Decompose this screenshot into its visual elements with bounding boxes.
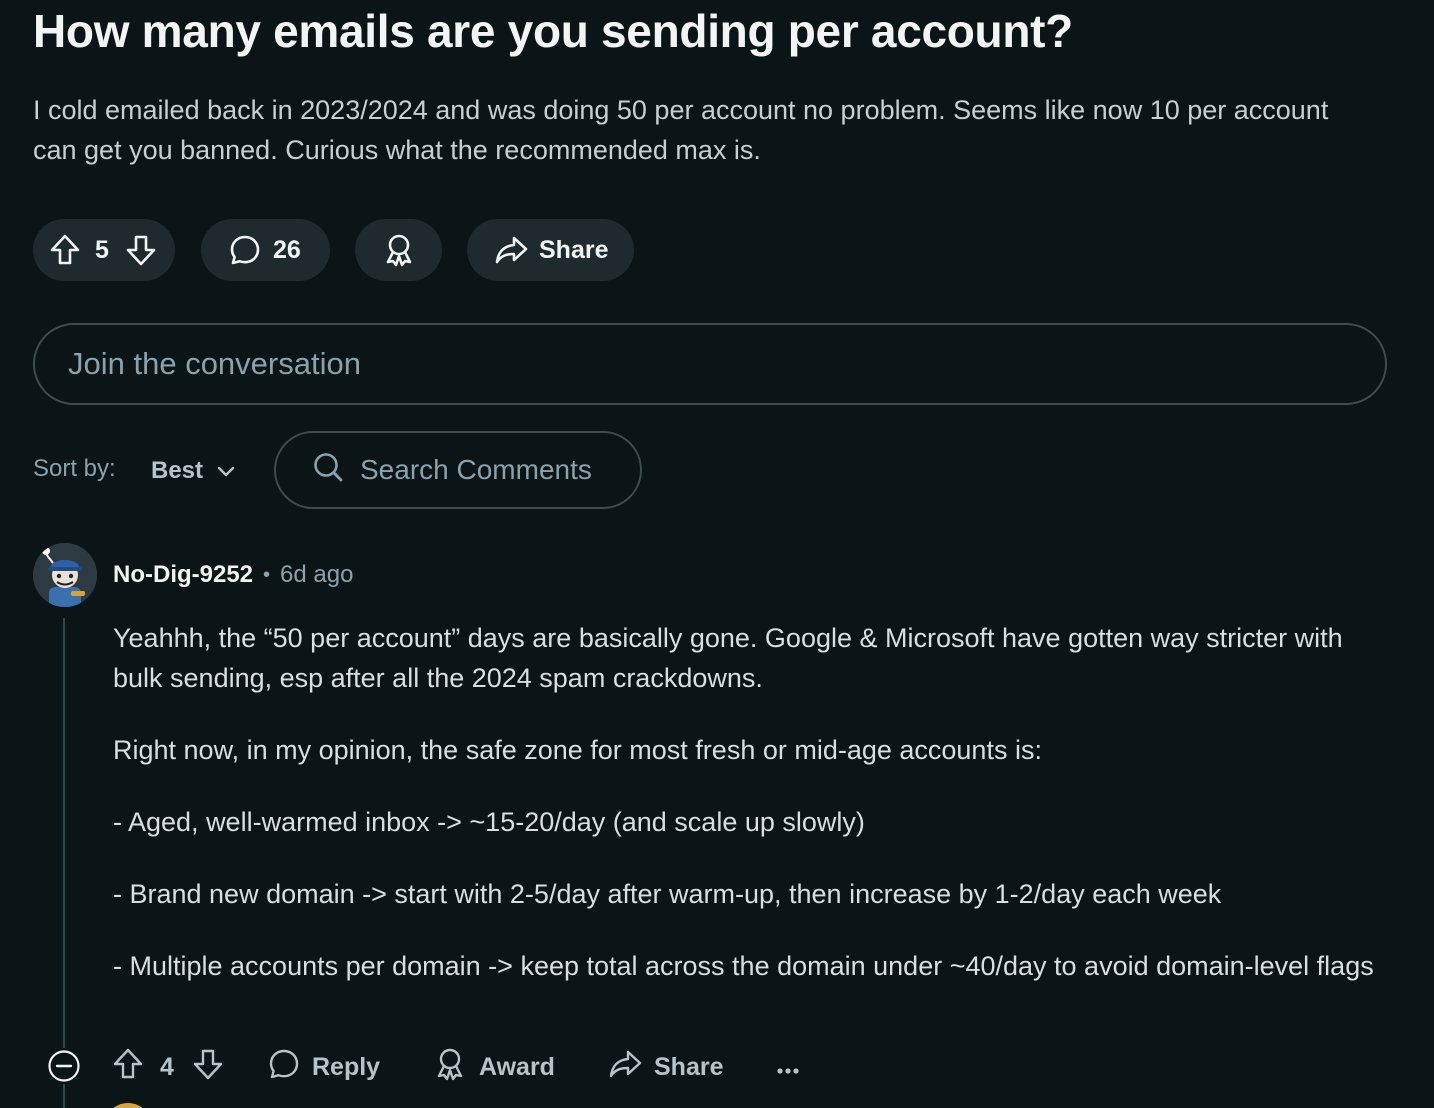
- more-icon: [776, 1053, 800, 1082]
- post-vote-count: 5: [95, 235, 109, 264]
- post-body: I cold emailed back in 2023/2024 and was…: [33, 95, 1329, 165]
- comment-paragraph: Yeahhh, the “50 per account” days are ba…: [113, 623, 1343, 693]
- award-button[interactable]: Award: [435, 1044, 555, 1090]
- search-icon: [312, 451, 344, 490]
- upvote-icon[interactable]: [49, 233, 81, 267]
- share-icon: [608, 1049, 642, 1086]
- chevron-down-icon: [203, 457, 235, 485]
- join-conversation-input[interactable]: Join the conversation: [33, 323, 1387, 405]
- share-button[interactable]: Share: [467, 219, 634, 281]
- avatar[interactable]: [33, 543, 97, 607]
- award-label: Award: [479, 1052, 555, 1081]
- search-comments-input[interactable]: Search Comments: [274, 431, 642, 509]
- share-label: Share: [654, 1052, 724, 1081]
- comment-author[interactable]: No-Dig-9252: [113, 561, 253, 589]
- award-icon: [384, 233, 414, 267]
- post-vote-group: 5: [33, 219, 175, 281]
- comment-body: Yeahhh, the “50 per account” days are ba…: [113, 618, 1383, 1018]
- award-icon: [435, 1047, 465, 1088]
- more-options-button[interactable]: [776, 1044, 800, 1090]
- comment-action-row: 4 Reply Award Share: [0, 1044, 1434, 1090]
- comment-upvote-button[interactable]: [112, 1044, 144, 1090]
- join-conversation-placeholder: Join the conversation: [68, 346, 361, 381]
- thread-line[interactable]: [63, 618, 65, 1048]
- comment-meta: No-Dig-9252 • 6d ago: [113, 558, 353, 592]
- meta-separator: •: [263, 563, 271, 586]
- sort-label: Sort by:: [33, 455, 116, 482]
- next-comment-avatar[interactable]: [104, 1103, 152, 1108]
- comment-paragraph: - Multiple accounts per domain -> keep t…: [113, 951, 1374, 981]
- sort-dropdown[interactable]: Best: [151, 452, 235, 490]
- comment-downvote-button[interactable]: [192, 1044, 224, 1090]
- comments-button[interactable]: 26: [201, 219, 330, 281]
- downvote-icon[interactable]: [125, 233, 157, 267]
- comment-vote-count: 4: [160, 1052, 174, 1081]
- comment-timestamp[interactable]: 6d ago: [280, 561, 353, 589]
- post-title: How many emails are you sending per acco…: [33, 5, 1073, 57]
- comment-paragraph: - Aged, well-warmed inbox -> ~15-20/day …: [113, 807, 865, 837]
- upvote-icon: [112, 1047, 144, 1088]
- post-page: How many emails are you sending per acco…: [0, 0, 1434, 1108]
- post-comment-count: 26: [273, 235, 301, 264]
- share-label: Share: [539, 235, 609, 264]
- reply-button[interactable]: Reply: [268, 1044, 380, 1090]
- downvote-icon: [192, 1047, 224, 1088]
- share-icon: [494, 235, 528, 265]
- sort-value: Best: [151, 457, 204, 484]
- comment-paragraph: Right now, in my opinion, the safe zone …: [113, 735, 1042, 765]
- comment-paragraph: - Brand new domain -> start with 2-5/day…: [113, 879, 1222, 909]
- comment-bubble-icon: [268, 1048, 300, 1087]
- award-button[interactable]: [355, 219, 442, 281]
- search-comments-placeholder: Search Comments: [360, 454, 592, 485]
- reply-label: Reply: [312, 1052, 381, 1081]
- comment-share-button[interactable]: Share: [608, 1044, 723, 1090]
- comment-bubble-icon: [229, 234, 261, 266]
